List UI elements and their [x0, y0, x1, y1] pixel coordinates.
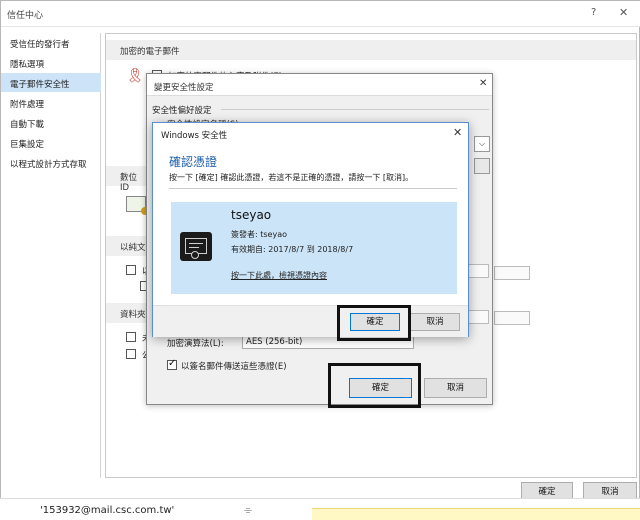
info-bar: [312, 508, 640, 520]
close-icon[interactable]: ✕: [619, 6, 628, 19]
certificate-issuer: 簽發者: tseyao: [231, 230, 287, 239]
encrypted-email-header: 加密的電子郵件: [106, 40, 636, 60]
sidebar: 受信任的發行者 隱私選項 電子郵件安全性 附件處理 自動下載 巨集設定 以程式設…: [1, 33, 101, 478]
windows-security-dialog: Windows 安全性 ✕ 確認憑證 按一下 [確定] 確認此憑證，若這不是正確…: [152, 122, 469, 337]
digital-id-header: 數位 ID: [106, 166, 146, 193]
chevron-down-icon[interactable]: ⌵: [474, 136, 490, 152]
security-preferences-label: 安全性偏好設定: [152, 106, 212, 116]
certificate-name: tseyao: [231, 208, 272, 222]
dialog-title: 變更安全性設定: [154, 83, 214, 93]
plaintext-settings-button[interactable]: [494, 266, 530, 280]
folders-header: 資料夾: [106, 303, 146, 323]
divider: [169, 188, 457, 189]
change-security-cancel-button[interactable]: 取消: [424, 378, 487, 398]
send-certificates-label: 以簽名郵件傳送這些憑證(E): [181, 362, 287, 372]
security-ribbon-icon: 🎗: [126, 68, 144, 84]
sidebar-item-trusted-publishers[interactable]: 受信任的發行者: [1, 33, 101, 52]
folders-settings-button[interactable]: [494, 311, 530, 325]
windows-security-cancel-button[interactable]: 取消: [410, 313, 460, 331]
send-certificates-checkbox[interactable]: [167, 358, 177, 370]
sidebar-item-macro-settings[interactable]: 巨集設定: [1, 133, 101, 152]
sidebar-item-label: 以程式設計方式存取: [10, 160, 87, 170]
plaintext-checkbox[interactable]: [126, 265, 136, 275]
certificate-card[interactable]: tseyao 簽發者: tseyao 有效期自: 2017/8/7 到 2018…: [171, 202, 457, 294]
sidebar-item-attachment-handling[interactable]: 附件處理: [1, 93, 101, 112]
highlight-box-windows-security-ok: [337, 305, 411, 341]
sidebar-item-email-security[interactable]: 電子郵件安全性: [1, 73, 101, 92]
plaintext-header: 以純文: [106, 236, 146, 256]
certificate-icon: [180, 232, 212, 261]
instruction-text: 按一下 [確定] 確認此憑證，若這不是正確的憑證，請按一下 [取消]。: [169, 173, 414, 182]
folder-option-2-checkbox[interactable]: [126, 349, 136, 359]
sidebar-item-automatic-download[interactable]: 自動下載: [1, 113, 101, 132]
sidebar-item-label: 隱私選項: [10, 60, 45, 70]
dialog-footer: 確定 取消: [153, 305, 468, 337]
sidebar-item-label: 電子郵件安全性: [10, 80, 70, 90]
sidebar-item-privacy-options[interactable]: 隱私選項: [1, 53, 101, 72]
change-security-titlebar: 變更安全性設定 ✕: [147, 74, 492, 96]
folder-option-1-checkbox[interactable]: [126, 332, 136, 342]
status-email-address: '153932@mail.csc.com.tw': [40, 505, 175, 516]
close-icon[interactable]: ✕: [453, 126, 462, 139]
certificate-validity: 有效期自: 2017/8/7 到 2018/8/7: [231, 245, 354, 254]
sidebar-item-label: 自動下載: [10, 120, 45, 130]
sidebar-item-label: 受信任的發行者: [10, 40, 70, 50]
encryption-algorithm-label: 加密演算法(L):: [167, 339, 224, 349]
close-icon[interactable]: ✕: [479, 78, 487, 89]
help-icon[interactable]: ?: [591, 7, 596, 18]
secondary-dropdown-peek[interactable]: [474, 158, 490, 174]
dialog-title: Windows 安全性: [161, 131, 228, 141]
view-certificate-link[interactable]: 按一下此處，檢視憑證內容: [231, 270, 327, 281]
confirm-certificate-heading: 確認憑證: [169, 155, 218, 169]
paperclip-icon: ⌯: [244, 505, 252, 516]
window-title: 信任中心: [7, 11, 44, 21]
digital-id-certificate-icon: [126, 196, 149, 215]
sidebar-item-programmatic-access[interactable]: 以程式設計方式存取: [1, 153, 101, 172]
highlight-box-change-security-ok: [328, 363, 421, 408]
group-divider: [221, 109, 489, 110]
sidebar-item-label: 巨集設定: [10, 140, 45, 150]
sidebar-item-label: 附件處理: [10, 100, 45, 110]
trust-center-titlebar: 信任中心 ? ✕: [1, 1, 640, 27]
